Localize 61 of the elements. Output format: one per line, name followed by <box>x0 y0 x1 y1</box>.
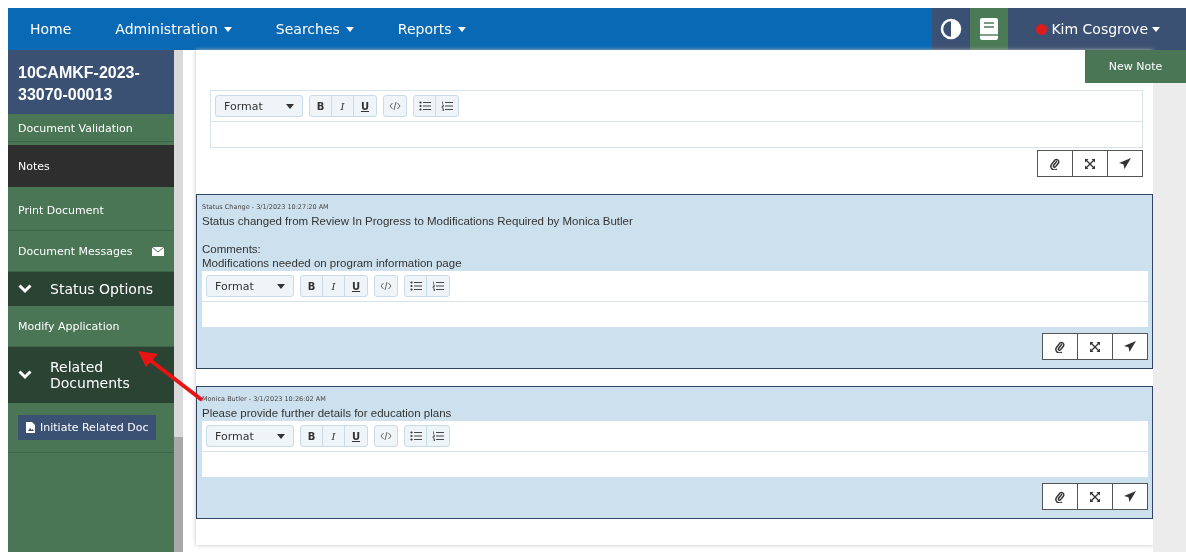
caret-icon <box>277 433 285 439</box>
expand-button[interactable] <box>1077 333 1113 360</box>
caret-icon <box>286 103 294 109</box>
note-comment: Modifications needed on program information page <box>202 256 463 270</box>
note-message: Status changed from Review In Progress to Modifications Required by Monica Butler <box>202 214 634 228</box>
send-button[interactable] <box>1107 150 1143 177</box>
new-note-button[interactable]: New Note <box>1085 50 1186 83</box>
expand-icon <box>1085 158 1095 169</box>
attach-button[interactable] <box>1037 150 1073 177</box>
italic-button[interactable]: I <box>332 96 354 116</box>
underline-button[interactable]: U <box>354 96 376 116</box>
nav-menu-item[interactable]: Home <box>8 8 94 50</box>
nav-menu-item[interactable]: Reports <box>375 8 488 50</box>
attach-button[interactable] <box>1042 333 1078 360</box>
text-editor[interactable]: Format B I U <box>202 271 1148 327</box>
caret-icon <box>277 283 285 289</box>
section-header[interactable]: Status Options <box>8 272 174 306</box>
paper-plane-icon <box>1124 491 1136 502</box>
book-icon <box>980 18 999 40</box>
contrast-icon <box>940 18 963 40</box>
nav-menu-item[interactable]: Administration <box>93 8 254 50</box>
chevron-icon <box>18 370 32 380</box>
paper-plane-icon <box>1124 341 1136 352</box>
underline-button[interactable]: U <box>345 426 367 446</box>
document-id-title: 10CAMKF-2023-33070-00013 <box>8 50 174 114</box>
send-button[interactable] <box>1112 483 1148 510</box>
format-dropdown[interactable]: Format <box>206 275 294 297</box>
expand-button[interactable] <box>1077 483 1113 510</box>
paperclip-icon <box>1055 340 1065 353</box>
chevron-icon <box>18 284 32 294</box>
sidebar-item[interactable]: Notes <box>8 145 174 187</box>
initiate-related-doc-button[interactable]: Initiate Related Doc <box>18 415 157 440</box>
document-icon <box>26 422 35 433</box>
expand-button[interactable] <box>1072 150 1108 177</box>
contrast-toggle-button[interactable] <box>932 8 971 50</box>
format-dropdown[interactable]: Format <box>206 425 294 447</box>
attach-button[interactable] <box>1042 483 1078 510</box>
paperclip-icon <box>1050 157 1060 170</box>
text-editor[interactable]: Format B I U <box>210 90 1143 148</box>
scrollbar-thumb[interactable] <box>174 437 183 552</box>
bold-button[interactable]: B <box>301 426 323 446</box>
status-dot <box>1036 23 1048 35</box>
text-editor[interactable]: Format B I U <box>202 421 1148 477</box>
italic-button[interactable]: I <box>323 426 345 446</box>
underline-button[interactable]: U <box>345 276 367 296</box>
bold-button[interactable]: B <box>310 96 332 116</box>
note-message: Please provide further details for education plans <box>202 406 453 420</box>
nav-menu-item[interactable]: Searches <box>253 8 376 50</box>
section-header[interactable]: Related Documents <box>8 347 174 403</box>
bold-button[interactable]: B <box>301 276 323 296</box>
expand-icon <box>1090 491 1100 502</box>
expand-icon <box>1090 341 1100 352</box>
format-dropdown[interactable]: Format <box>215 95 303 117</box>
italic-button[interactable]: I <box>323 276 345 296</box>
comments-label: Comments: <box>202 242 262 256</box>
user-menu[interactable]: Kim Cosgrove <box>1008 8 1186 50</box>
paper-plane-icon <box>1119 158 1131 169</box>
book-button[interactable] <box>970 8 1009 50</box>
arrow-annotation <box>136 350 204 402</box>
send-button[interactable] <box>1112 333 1148 360</box>
paperclip-icon <box>1055 490 1065 503</box>
